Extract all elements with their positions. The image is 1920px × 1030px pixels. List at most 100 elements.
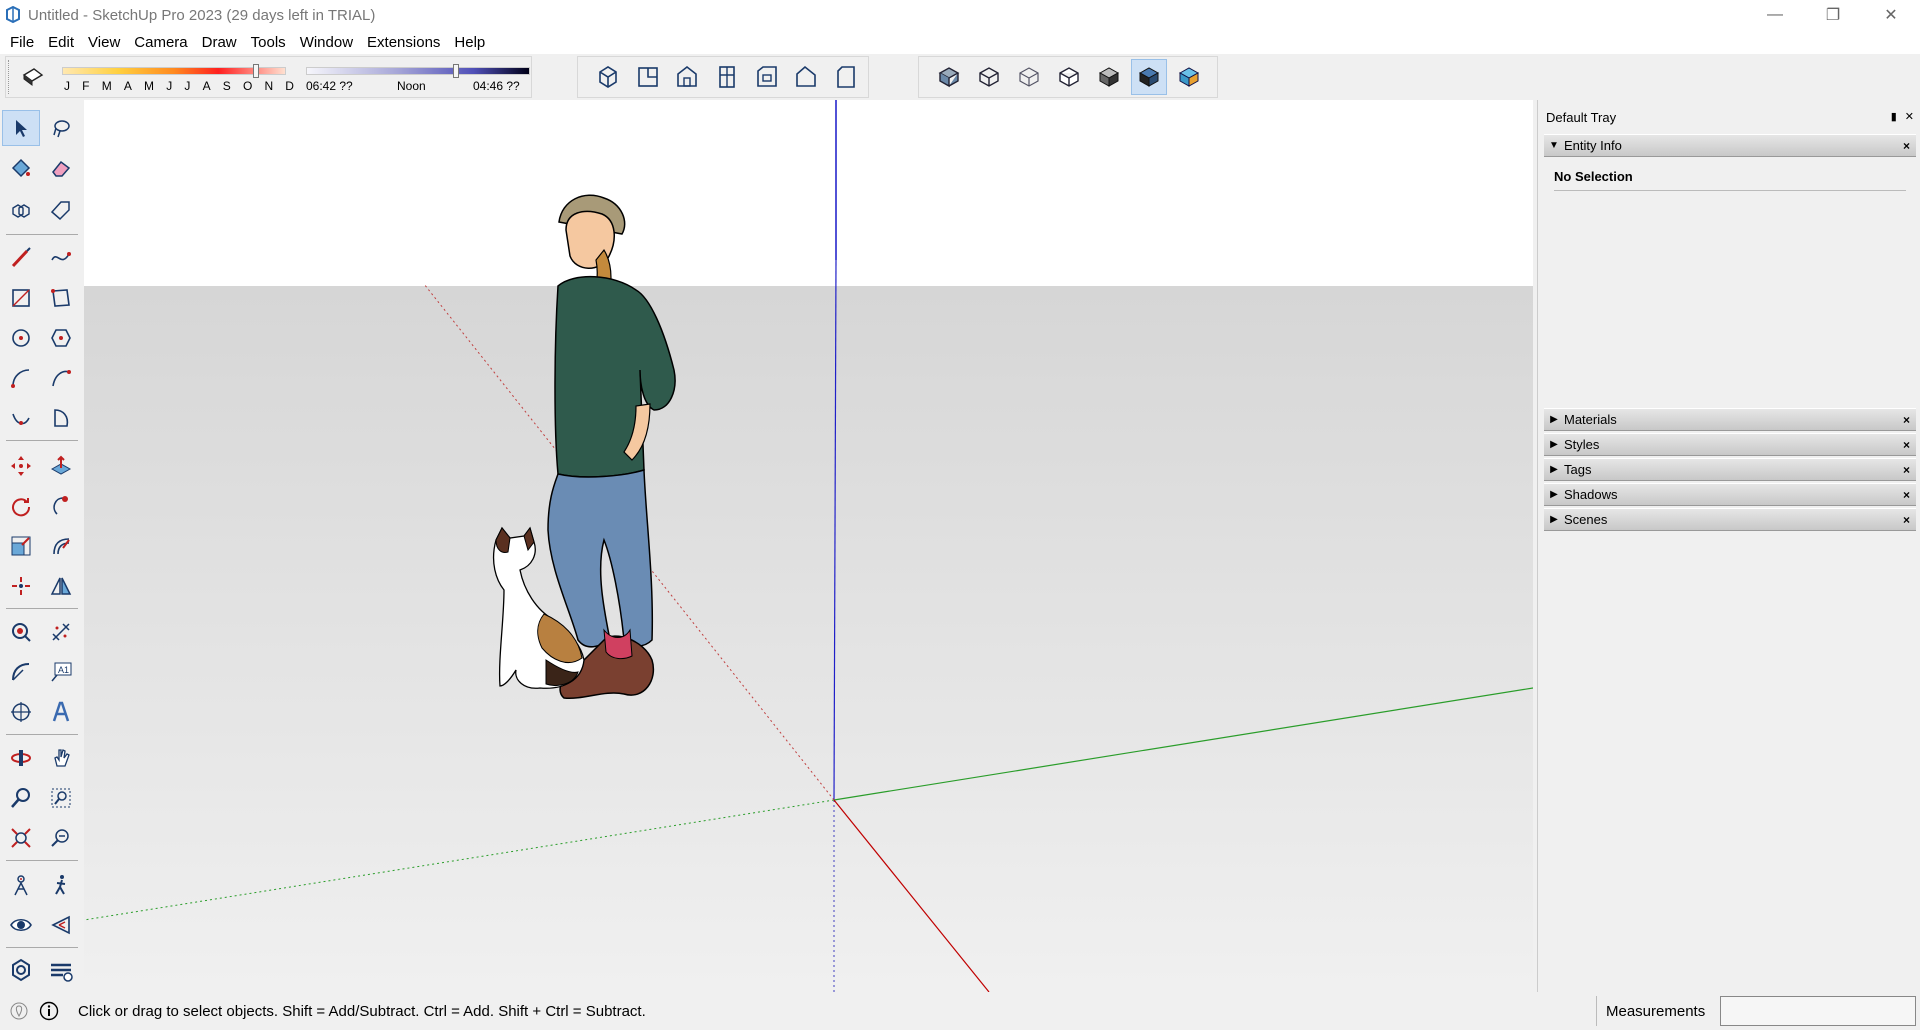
two-point-arc-tool[interactable] [42,360,80,396]
large-tool-set: A1 [0,100,84,992]
panel-close-icon[interactable]: × [1903,139,1910,153]
line-tool[interactable] [2,240,40,276]
scenes-panel-header[interactable]: ▶ Scenes × [1544,508,1916,531]
menu-draw[interactable]: Draw [195,34,244,51]
polygon-tool[interactable] [42,320,80,356]
time-slider[interactable] [306,64,530,78]
window-title: Untitled - SketchUp Pro 2023 (29 days le… [28,6,376,24]
toolbar-grip[interactable] [8,60,10,94]
month-slider[interactable] [62,64,286,78]
panel-close-icon[interactable]: × [1903,513,1910,527]
panel-close-icon[interactable]: × [1903,463,1910,477]
menu-file[interactable]: File [3,34,41,51]
geolocation-icon[interactable] [8,1000,30,1022]
shadows-panel-header[interactable]: ▶ Shadows × [1544,483,1916,506]
menu-help[interactable]: Help [447,34,492,51]
styles-panel-header[interactable]: ▶ Styles × [1544,433,1916,456]
right-view-icon[interactable] [709,59,745,95]
make-component-tool[interactable] [2,192,40,228]
arc-tool[interactable] [2,360,40,396]
scene-canvas[interactable] [84,100,1533,992]
offset-tool[interactable] [42,528,80,564]
flip-tool[interactable] [2,568,40,604]
month-slider-thumb[interactable] [253,64,259,78]
3d-text-tool[interactable] [42,694,80,730]
minimize-button[interactable]: — [1746,0,1804,30]
tag-tool[interactable] [42,192,80,228]
axes-tool[interactable] [2,694,40,730]
panel-close-icon[interactable]: × [1903,438,1910,452]
menu-extensions[interactable]: Extensions [360,34,447,51]
info-icon[interactable] [38,1000,60,1022]
look-around-tool[interactable] [2,907,40,943]
move-tool[interactable] [2,448,40,484]
modeling-viewport[interactable] [84,100,1533,992]
bottom-view-icon[interactable] [828,59,864,95]
panel-close-icon[interactable]: × [1903,413,1910,427]
tray-pin-icon[interactable]: ▮ [1891,110,1897,123]
menu-edit[interactable]: Edit [41,34,81,51]
month-label: A [202,79,211,93]
hidden-line-style-icon[interactable] [1051,59,1087,95]
follow-me-tool[interactable] [42,488,80,524]
zoom-extents-tool[interactable] [2,820,40,856]
push-pull-tool[interactable] [42,448,80,484]
tags-panel-header[interactable]: ▶ Tags × [1544,458,1916,481]
mirror-tool[interactable] [42,568,80,604]
three-point-arc-tool[interactable] [2,400,40,436]
rotate-tool[interactable] [2,488,40,524]
tray-title: Default Tray [1546,109,1617,125]
entity-info-panel-header[interactable]: ▼ Entity Info × [1544,134,1916,157]
paint-bucket-tool[interactable] [2,150,40,186]
orbit-tool[interactable] [2,740,40,776]
top-view-icon[interactable] [630,59,666,95]
tape-measure-tool[interactable] [2,614,40,650]
toolbar-separator [6,734,78,735]
text-tool[interactable]: A1 [42,654,80,690]
walk-tool[interactable] [42,867,80,903]
menu-window[interactable]: Window [293,34,360,51]
pan-tool[interactable] [42,740,80,776]
3d-warehouse-icon[interactable] [2,952,40,988]
iso-view-icon[interactable] [590,59,626,95]
select-tool[interactable] [2,110,40,146]
menu-view[interactable]: View [81,34,127,51]
menu-tools[interactable]: Tools [244,34,293,51]
rectangle-tool[interactable] [2,280,40,316]
backedges-style-icon[interactable] [971,59,1007,95]
section-plane-tool[interactable] [42,907,80,943]
wireframe-style-icon[interactable] [1011,59,1047,95]
pie-tool[interactable] [42,400,80,436]
freehand-tool[interactable] [42,240,80,276]
back-view-icon[interactable] [749,59,785,95]
restore-button[interactable]: ❐ [1804,0,1862,30]
eraser-tool[interactable] [42,150,80,186]
position-camera-tool[interactable] [2,867,40,903]
shadow-settings-icon[interactable] [20,65,46,89]
scale-tool[interactable] [2,528,40,564]
previous-view-tool[interactable] [42,820,80,856]
rotated-rectangle-tool[interactable] [42,280,80,316]
materials-panel-header[interactable]: ▶ Materials × [1544,408,1916,431]
lasso-tool[interactable] [42,110,80,146]
panel-close-icon[interactable]: × [1903,488,1910,502]
front-view-icon[interactable] [669,59,705,95]
shaded-style-icon[interactable] [1091,59,1127,95]
protractor-tool[interactable] [2,654,40,690]
shaded-textures-style-icon[interactable] [1131,59,1167,95]
zoom-tool[interactable] [2,780,40,816]
close-button[interactable]: ✕ [1862,0,1920,30]
svg-text:A1: A1 [58,665,69,675]
zoom-window-tool[interactable] [42,780,80,816]
monochrome-style-icon[interactable] [1171,59,1207,95]
extension-warehouse-icon[interactable] [42,952,80,988]
tray-close-icon[interactable]: ✕ [1905,110,1914,123]
time-slider-thumb[interactable] [453,64,459,78]
scale-figure[interactable] [547,194,676,699]
xray-style-icon[interactable] [931,59,967,95]
dimension-tool[interactable] [42,614,80,650]
measurements-input[interactable] [1720,996,1916,1026]
left-view-icon[interactable] [789,59,825,95]
circle-tool[interactable] [2,320,40,356]
menu-camera[interactable]: Camera [127,34,194,51]
